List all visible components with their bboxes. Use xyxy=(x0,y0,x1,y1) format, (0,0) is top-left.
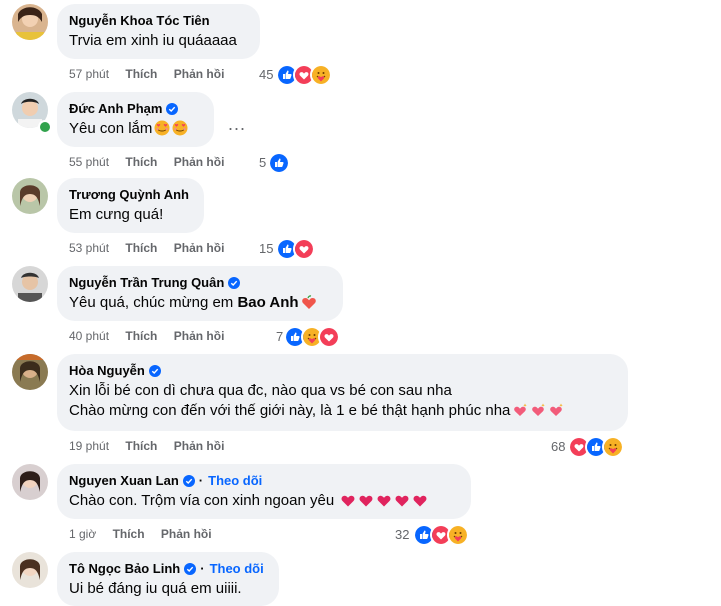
reaction-icons[interactable] xyxy=(413,524,469,546)
comment-text: Chào con. Trộm vía con xinh ngoan yêu xyxy=(69,492,335,509)
like-button[interactable]: Thích xyxy=(125,329,157,343)
comment-author[interactable]: Nguyen Xuan Lan xyxy=(69,472,179,489)
comment-text: Yêu quá, chúc mừng em xyxy=(69,294,238,311)
separator: · xyxy=(198,473,204,488)
comment-time[interactable]: 57 phút xyxy=(69,67,109,81)
avatar[interactable] xyxy=(12,464,48,500)
reaction-count[interactable]: 7 xyxy=(276,329,283,344)
comment-author[interactable]: Hòa Nguyễn xyxy=(69,362,145,379)
comment-actions: 57 phút Thích Phản hồi xyxy=(69,67,237,81)
avatar[interactable] xyxy=(12,266,48,302)
reaction-icons[interactable] xyxy=(276,238,315,260)
like-reaction-icon xyxy=(268,152,290,174)
avatar[interactable] xyxy=(12,178,48,214)
reaction-count[interactable]: 68 xyxy=(551,439,565,454)
verified-badge-icon xyxy=(149,365,161,377)
sparkling-hearts-emoji-icon xyxy=(512,402,528,418)
comment-text: Ui bé đáng iu quá em uiiii. xyxy=(69,580,242,597)
reply-button[interactable]: Phản hồi xyxy=(174,155,225,169)
reaction-icons[interactable] xyxy=(284,326,340,348)
follow-button[interactable]: Theo dõi xyxy=(210,560,264,577)
love-reaction-icon xyxy=(293,238,315,260)
reply-button[interactable]: Phản hồi xyxy=(174,439,225,453)
comment-text-line: Chào mừng con đến với thế giới này, là 1… xyxy=(69,402,511,419)
care-reaction-icon xyxy=(602,436,624,458)
red-heart-emoji-icon xyxy=(358,492,374,508)
avatar[interactable] xyxy=(12,552,48,588)
care-reaction-icon xyxy=(310,64,332,86)
comment-text: Trvia em xinh iu quáaaaa xyxy=(69,32,237,49)
sparkling-hearts-emoji-icon xyxy=(548,402,564,418)
reply-button[interactable]: Phản hồi xyxy=(174,329,225,343)
verified-badge-icon xyxy=(166,103,178,115)
comment-actions: 1 giờ Thích Phản hồi xyxy=(69,527,225,541)
reaction-icons[interactable] xyxy=(276,64,332,86)
reaction-count[interactable]: 15 xyxy=(259,241,273,256)
red-heart-emoji-icon xyxy=(394,492,410,508)
more-options-button[interactable]: ... xyxy=(228,114,246,135)
peach-heart-emoji-icon xyxy=(301,294,317,310)
comment-author[interactable]: Trương Quỳnh Anh xyxy=(69,186,189,203)
like-button[interactable]: Thích xyxy=(113,527,145,541)
avatar[interactable] xyxy=(12,354,48,390)
comment-author[interactable]: Nguyễn Khoa Tóc Tiên xyxy=(69,12,210,29)
reaction-icons[interactable] xyxy=(268,152,290,174)
reaction-count[interactable]: 45 xyxy=(259,67,273,82)
heart-face-emoji-icon xyxy=(154,120,170,136)
comment-time[interactable]: 55 phút xyxy=(69,155,109,169)
comment-bubble: Nguyen Xuan Lan · Theo dõi Chào con. Trộm … xyxy=(57,464,471,519)
follow-button[interactable]: Theo dõi xyxy=(208,472,262,489)
comment-bubble: Nguyễn Trần Trung Quân Yêu quá, chúc mừn… xyxy=(57,266,343,321)
comment-text: Em cưng quá! xyxy=(69,206,164,223)
comment-bubble: Nguyễn Khoa Tóc Tiên Trvia em xinh iu qu… xyxy=(57,4,260,59)
love-reaction-icon xyxy=(318,326,340,348)
reaction-count[interactable]: 5 xyxy=(259,155,266,170)
like-button[interactable]: Thích xyxy=(125,439,157,453)
reaction-count[interactable]: 32 xyxy=(395,527,409,542)
reaction-icons[interactable] xyxy=(568,436,624,458)
verified-badge-icon xyxy=(228,277,240,289)
verified-badge-icon xyxy=(184,563,196,575)
mention-link[interactable]: Bao Anh xyxy=(237,294,298,311)
comment-actions: 19 phút Thích Phản hồi xyxy=(69,439,237,453)
comment-author[interactable]: Tô Ngọc Bảo Linh xyxy=(69,560,180,577)
red-heart-emoji-icon xyxy=(412,492,428,508)
heart-face-emoji-icon xyxy=(172,120,188,136)
comment-actions: 53 phút Thích Phản hồi xyxy=(69,241,237,255)
reply-button[interactable]: Phản hồi xyxy=(174,241,225,255)
like-button[interactable]: Thích xyxy=(125,67,157,81)
comment-bubble: Trương Quỳnh Anh Em cưng quá! xyxy=(57,178,204,233)
comment-bubble: Tô Ngọc Bảo Linh · Theo dõi Ui bé đáng iu … xyxy=(57,552,279,606)
avatar[interactable] xyxy=(12,4,48,40)
sparkling-hearts-emoji-icon xyxy=(530,402,546,418)
comment-time[interactable]: 1 giờ xyxy=(69,527,96,541)
comment-author[interactable]: Đức Anh Phạm xyxy=(69,100,162,117)
verified-badge-icon xyxy=(183,475,195,487)
separator: · xyxy=(200,561,205,576)
comment-time[interactable]: 40 phút xyxy=(69,329,109,343)
online-status-indicator xyxy=(38,120,52,134)
reply-button[interactable]: Phản hồi xyxy=(161,527,212,541)
comment-bubble: Hòa Nguyễn Xin lỗi bé con dì chưa qua đc… xyxy=(57,354,628,431)
care-reaction-icon xyxy=(447,524,469,546)
comment-actions: 40 phút Thích Phản hồi xyxy=(69,329,237,343)
comment-time[interactable]: 19 phút xyxy=(69,439,109,453)
like-button[interactable]: Thích xyxy=(125,241,157,255)
red-heart-emoji-icon xyxy=(376,492,392,508)
like-button[interactable]: Thích xyxy=(125,155,157,169)
comment-author[interactable]: Nguyễn Trần Trung Quân xyxy=(69,274,224,291)
comment-text: Yêu con lắm xyxy=(69,120,153,137)
red-heart-emoji-icon xyxy=(340,492,356,508)
reply-button[interactable]: Phản hồi xyxy=(174,67,225,81)
comment-bubble: Đức Anh Phạm Yêu con lắm xyxy=(57,92,214,147)
comment-actions: 55 phút Thích Phản hồi xyxy=(69,155,237,169)
comment-text-line: Xin lỗi bé con dì chưa qua đc, nào qua v… xyxy=(69,382,452,399)
comment-time[interactable]: 53 phút xyxy=(69,241,109,255)
